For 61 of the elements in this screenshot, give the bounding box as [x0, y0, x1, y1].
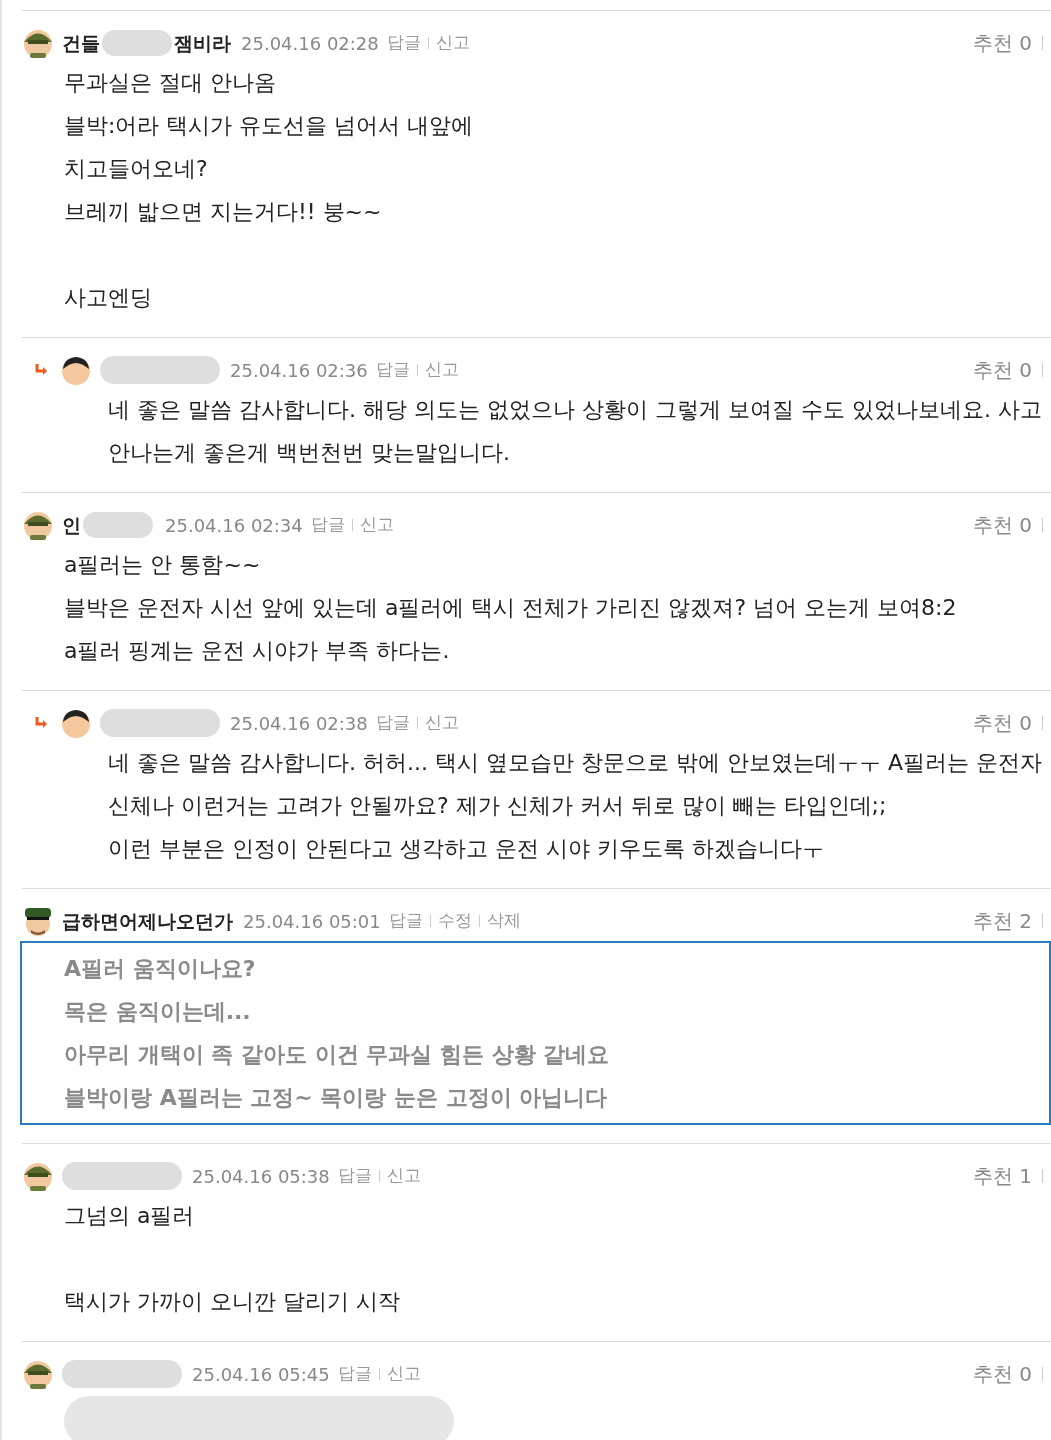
comment-text: 신체나 이런거는 고려가 안될까요? 제가 신체가 커서 뒤로 많이 빼는 타입인데;; [108, 792, 888, 820]
comment-text: A필러 움직이나요? [64, 955, 257, 983]
comment-action-link[interactable]: 답글 [337, 1163, 372, 1189]
comment-text: 블박은 운전자 시선 앞에 있는데 a필러에 택시 전체가 가리진 않겠져? 넘어 오는게 보여8:2 [64, 594, 958, 622]
comment-action-link[interactable]: 답글 [388, 908, 423, 934]
comment-action-link[interactable]: 답글 [386, 30, 421, 56]
comment-action-link[interactable]: 신고 [386, 1163, 421, 1189]
comment-text: 택시가 가까이 오니깐 달리기 시작 [64, 1288, 401, 1316]
recommend-count[interactable]: 추천 0 [972, 510, 1032, 540]
recommend-count[interactable]: 추천 2 [972, 906, 1032, 936]
comment-action-link[interactable]: 신고 [359, 512, 394, 538]
comment-action-link[interactable]: 답글 [337, 1361, 372, 1387]
comment-action-link[interactable]: 신고 [424, 710, 459, 736]
user-name[interactable]: 인 [62, 510, 81, 540]
comment-text: 무과실은 절대 안나옴 [64, 69, 277, 97]
comment-action-link[interactable]: 수정 [437, 908, 472, 934]
avatar-icon [60, 354, 92, 386]
comment-action-link[interactable]: 신고 [386, 1361, 421, 1387]
recommend-count[interactable]: 추천 0 [972, 355, 1032, 385]
avatar-icon [22, 509, 54, 541]
comment-text: a필러는 안 통함~~ [64, 551, 262, 579]
comment-date: 25.04.16 02:36 [230, 358, 368, 383]
user-name[interactable]: 급하면어제나오던가 [62, 906, 233, 936]
comment-text: 블박이랑 A필러는 고정~ 목이랑 눈은 고정이 아닙니다 [64, 1084, 609, 1112]
comment-text: 치고들어오네? [64, 155, 209, 183]
reply-arrow-icon [34, 716, 48, 730]
comment-date: 25.04.16 05:45 [192, 1362, 330, 1387]
avatar-icon [22, 1160, 54, 1192]
comment-action-link[interactable]: 신고 [424, 357, 459, 383]
comment-action-link[interactable]: 삭제 [486, 908, 521, 934]
comment-date: 25.04.16 05:38 [192, 1164, 330, 1189]
comment-date: 25.04.16 02:28 [241, 31, 379, 56]
comment-text: 아무리 개택이 족 같아도 이건 무과실 힘든 상황 같네요 [64, 1041, 611, 1069]
recommend-count[interactable]: 추천 0 [972, 1359, 1032, 1389]
recommend-count[interactable]: 추천 0 [972, 708, 1032, 738]
comment-action-link[interactable]: 신고 [435, 30, 470, 56]
comment-text: 목은 움직이는데... [64, 998, 252, 1026]
comment-text: 사고엔딩 [64, 284, 153, 312]
comment-text: 네 좋은 말씀 감사합니다. 허허... 택시 옆모습만 창문으로 밖에 안보였는데ㅜㅜ A필러는 운전자 [108, 749, 1043, 777]
reply-arrow-icon [34, 363, 48, 377]
comment-date: 25.04.16 02:38 [230, 711, 368, 736]
comment-date: 25.04.16 05:01 [243, 909, 381, 934]
comment-text: 이런 부분은 인정이 안된다고 생각하고 운전 시야 키우도록 하겠습니다ㅜ [108, 835, 825, 863]
user-name[interactable]: 건들 [62, 28, 100, 58]
recommend-count[interactable]: 추천 0 [972, 28, 1032, 58]
comment-text: 블박:어라 택시가 유도선을 넘어서 내앞에 [64, 112, 475, 140]
avatar-icon [22, 1358, 54, 1390]
avatar-icon [22, 905, 54, 937]
comment-action-link[interactable]: 답글 [375, 710, 410, 736]
comment-date: 25.04.16 02:34 [165, 513, 303, 538]
comment-text: 네 좋은 말씀 감사합니다. 해당 의도는 없었으나 상황이 그렇게 보여질 수도 있었나보네요. 사고 [108, 396, 1043, 424]
user-name[interactable]: 잼비라 [174, 28, 231, 58]
recommend-count[interactable]: 추천 1 [972, 1161, 1032, 1191]
comment-action-link[interactable]: 답글 [375, 357, 410, 383]
comment-action-link[interactable]: 답글 [310, 512, 345, 538]
avatar-icon [60, 707, 92, 739]
comment-text: a필러 핑계는 운전 시야가 부족 하다는. [64, 637, 451, 665]
avatar-icon [22, 27, 54, 59]
comment-text: 브레끼 밟으면 지는거다!! 붕~~ [64, 198, 383, 226]
comment-text: 그넘의 a필러 [64, 1202, 196, 1230]
comment-text: 안나는게 좋은게 백번천번 맞는말입니다. [108, 439, 511, 467]
